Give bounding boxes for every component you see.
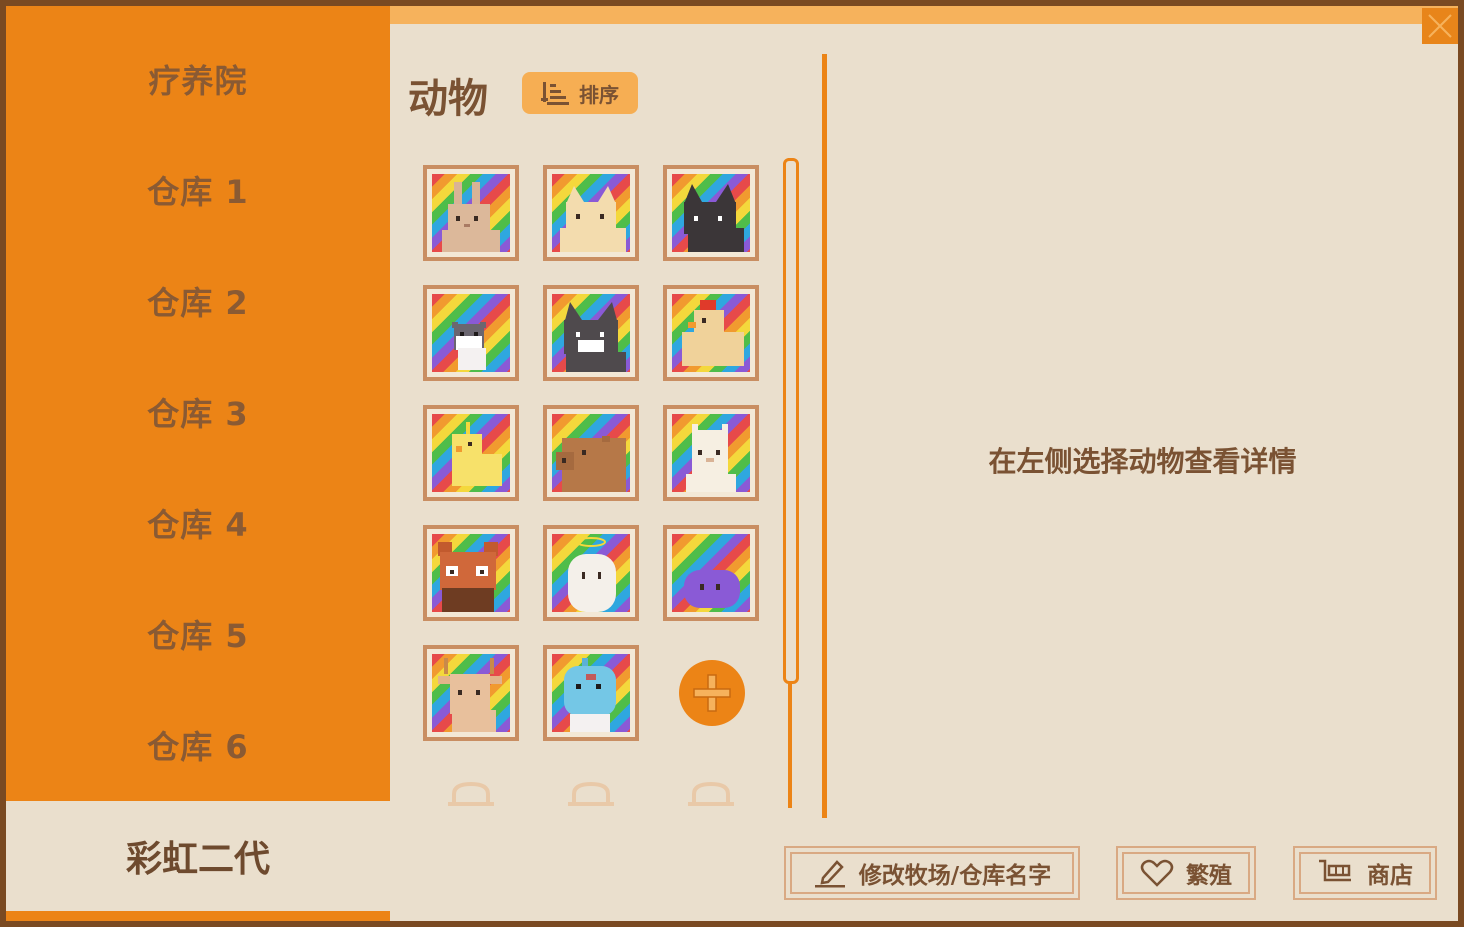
empty-slot-hint-icon xyxy=(688,781,734,806)
top-bar xyxy=(390,6,1458,24)
animal-slot-rabbit[interactable] xyxy=(423,165,519,261)
sidebar-item-active[interactable]: 彩虹二代 xyxy=(6,801,390,911)
heart-icon xyxy=(1140,859,1174,887)
animal-slot-capybara[interactable] xyxy=(543,405,639,501)
sidebar: 疗养院 仓库 1 仓库 2 仓库 3 仓库 4 仓库 5 仓库 6 xyxy=(6,6,390,801)
black-cat-icon xyxy=(684,184,744,252)
rename-label: 修改牧场/仓库名字 xyxy=(858,863,1052,889)
detail-hint: 在左侧选择动物查看详情 xyxy=(988,445,1297,478)
animal-slot-ghost[interactable] xyxy=(543,525,639,621)
animal-slot-purple-slime[interactable] xyxy=(663,525,759,621)
alpaca-icon xyxy=(686,424,736,492)
animal-slot-red-panda[interactable] xyxy=(423,525,519,621)
rename-button[interactable]: 修改牧场/仓库名字 xyxy=(784,846,1080,900)
hamster-icon xyxy=(452,322,486,370)
animals-title: 动物 xyxy=(408,76,488,122)
sidebar-item-warehouse-1[interactable]: 仓库 1 xyxy=(6,160,390,220)
animal-slot-black-cat[interactable] xyxy=(663,165,759,261)
animal-slot-deer[interactable] xyxy=(423,645,519,741)
animal-slot-blue-zombie[interactable] xyxy=(543,645,639,741)
animal-slot-yellow-bird[interactable] xyxy=(423,405,519,501)
animal-slot-hamster[interactable] xyxy=(423,285,519,381)
close-button[interactable] xyxy=(1422,8,1458,44)
shop-button[interactable]: 商店 xyxy=(1293,846,1437,900)
game-window: 疗养院 仓库 1 仓库 2 仓库 3 仓库 4 仓库 5 仓库 6 彩虹二代 动… xyxy=(6,6,1458,921)
yellow-bird-icon xyxy=(452,422,502,486)
sort-label: 排序 xyxy=(579,82,619,107)
sidebar-bottom-strip xyxy=(6,911,390,921)
shop-label: 商店 xyxy=(1367,863,1413,889)
sidebar-item-warehouse-2[interactable]: 仓库 2 xyxy=(6,271,390,331)
shop-cart-icon xyxy=(1319,859,1351,882)
gray-cat-icon xyxy=(564,302,626,372)
breed-label: 繁殖 xyxy=(1186,863,1232,889)
panel-divider xyxy=(822,54,827,818)
close-icon xyxy=(1428,14,1452,38)
empty-slot-hint-icon xyxy=(448,781,494,806)
blue-zombie-icon xyxy=(564,658,616,732)
breed-button[interactable]: 繁殖 xyxy=(1116,846,1256,900)
scrollbar-thumb[interactable] xyxy=(783,158,799,684)
animal-slot-alpaca[interactable] xyxy=(663,405,759,501)
ghost-icon xyxy=(568,537,616,612)
plus-icon xyxy=(693,674,731,712)
red-panda-icon xyxy=(438,542,498,612)
sidebar-item-warehouse-5[interactable]: 仓库 5 xyxy=(6,604,390,664)
sort-icon xyxy=(541,82,569,105)
empty-slot-hint-icon xyxy=(568,781,614,806)
sidebar-item-warehouse-4[interactable]: 仓库 4 xyxy=(6,493,390,553)
rabbit-icon xyxy=(442,182,500,252)
pencil-icon xyxy=(814,860,845,888)
animal-slot-cream-cat[interactable] xyxy=(543,165,639,261)
animal-slot-chicken[interactable] xyxy=(663,285,759,381)
add-animal-button[interactable] xyxy=(679,660,745,726)
capybara-icon xyxy=(556,436,626,492)
sidebar-item-sanatorium[interactable]: 疗养院 xyxy=(6,49,390,109)
chicken-icon xyxy=(682,300,744,366)
sort-button[interactable]: 排序 xyxy=(522,72,638,114)
sidebar-item-warehouse-6[interactable]: 仓库 6 xyxy=(6,715,390,775)
purple-slime-icon xyxy=(684,570,740,608)
deer-icon xyxy=(438,658,502,732)
sidebar-item-warehouse-3[interactable]: 仓库 3 xyxy=(6,382,390,442)
animal-slot-gray-cat[interactable] xyxy=(543,285,639,381)
animal-list-scrollbar[interactable] xyxy=(783,158,799,808)
cream-cat-icon xyxy=(560,186,626,252)
